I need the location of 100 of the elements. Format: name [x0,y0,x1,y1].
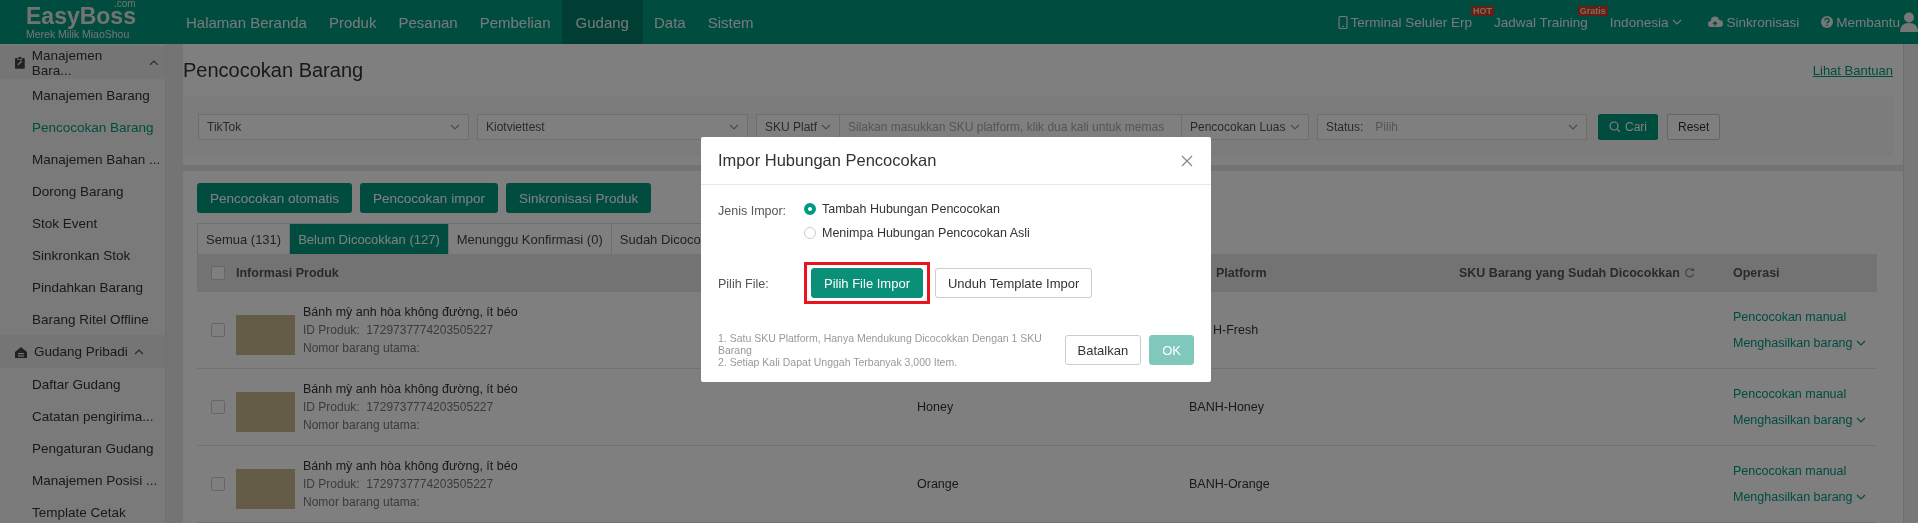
top-link[interactable]: Membantu [1836,14,1900,30]
product-name: Bánh mỳ anh hòa không đường, ít béo [303,382,518,396]
user-avatar-icon[interactable] [1900,12,1918,32]
chevron-down-icon [1290,122,1300,131]
chevron-down-icon [729,122,739,131]
close-icon[interactable] [1180,153,1194,168]
action-button[interactable]: Pencocokan otomatis [197,183,353,213]
badge-label: Gratis [1577,5,1608,16]
action-button[interactable]: Sinkronisasi Produk [505,183,652,213]
sidebar-item[interactable]: Template Cetak [0,496,165,523]
sidebar-item[interactable]: Manajemen Posisi ... [0,464,165,496]
generate-item-dropdown[interactable]: Menghasilkan barang [1733,490,1877,504]
nav-menu-item[interactable]: Gudang [561,0,643,44]
download-template-button[interactable]: Unduh Template Impor [934,268,1093,298]
sidebar-item[interactable]: Manajemen Bahan ... [0,143,165,175]
select-field[interactable]: TikTok [198,113,469,140]
choose-file-button[interactable]: Pilih File Impor [811,268,923,298]
nav-menu-item[interactable]: Produk [317,0,388,44]
cancel-button[interactable]: Batalkan [1064,335,1142,365]
photo-placeholder [236,469,295,509]
chevron-down-icon [1855,339,1866,347]
photo-placeholder [236,315,295,355]
note-text: 1. Satu SKU Platform, Hanya Mendukung Dicocokkan Dengan 1 SKU Barang [718,332,1043,356]
refresh-icon[interactable] [1683,267,1695,278]
nav-menu-item[interactable]: Pembelian [468,0,562,44]
nav-menu-item[interactable]: Sistem [696,0,765,44]
generate-item-dropdown[interactable]: Menghasilkan barang [1733,336,1877,350]
sidebar-item[interactable]: Catatan pengirima... [0,400,165,432]
product-id: ID Produk: 1729737774203505227 [303,477,495,491]
top-link[interactable]: Terminal Seluler Erp [1350,14,1473,30]
chevron-down-icon [821,122,831,131]
sidebar-group-header[interactable]: Manajemen Bara... [0,46,165,79]
help-link[interactable]: Lihat Bantuan [1812,62,1893,78]
column-header: Platform [1216,265,1267,280]
note-text: 2. Setiap Kali Dapat Unggah Terbanyak 3,000 Item. [718,356,959,368]
badge-label: HOT [1471,5,1495,16]
table-cell: BANH-Orange [1189,477,1270,491]
phone-icon [1337,15,1348,29]
select-field[interactable]: SKU Platf [756,113,840,140]
radio-option[interactable]: Menimpa Hubungan Pencocokan Asli [804,226,1194,240]
search-button[interactable]: Cari [1598,113,1658,140]
table-cell: BANH-Honey [1189,400,1265,414]
page-title: Pencocokan Barang [183,58,364,82]
chevron-down-icon [1568,122,1578,131]
main-item-number-label: Nomor barang utama: [303,495,421,509]
warehouse-icon [14,345,28,358]
main-item-number-label: Nomor barang utama: [303,341,421,355]
top-link[interactable]: Sinkronisasi [1726,14,1800,30]
sidebar-item[interactable]: Stok Event [0,207,165,239]
column-header: Operasi [1733,265,1780,280]
product-name: Bánh mỳ anh hòa không đường, ít béo [303,305,518,319]
radio-option[interactable]: Tambah Hubungan Pencocokan [804,202,1194,216]
help-icon [1821,16,1834,28]
sidebar-item[interactable]: Dorong Barang [0,175,165,207]
chevron-down-icon [1855,493,1866,501]
sidebar-item[interactable]: Barang Ritel Offline [0,303,165,335]
photo-placeholder [236,392,295,432]
cloud-upload-icon [1707,16,1724,28]
row-checkbox[interactable] [211,323,225,337]
clipboard-icon [14,56,26,69]
sidebar-item[interactable]: Pengaturan Gudang [0,432,165,464]
sidebar-item[interactable]: Pindahkan Barang [0,271,165,303]
manual-match-link[interactable]: Pencocokan manual [1733,387,1877,401]
sidebar-group-header[interactable]: Gudang Pribadi [0,335,165,368]
chevron-down-icon [450,122,460,131]
row-checkbox[interactable] [211,477,225,491]
nav-menu-item[interactable]: Halaman Beranda [175,0,318,44]
table-cell: Honey [917,400,954,414]
chevron-down-icon [1855,416,1866,424]
filter-tab[interactable]: Belum Dicocokkan (127) [290,224,449,254]
table-cell: Orange [917,477,959,491]
chevron-down-icon [1672,18,1683,26]
nav-menu-item[interactable]: Pesanan [387,0,469,44]
top-link[interactable]: Jadwal Training [1494,14,1588,30]
product-id: ID Produk: 1729737774203505227 [303,400,495,414]
sidebar-item[interactable]: Manajemen Barang [0,79,165,111]
column-header: Informasi Produk [236,265,339,280]
sidebar-item[interactable]: Pencocokan Barang [0,111,165,143]
main-item-number-label: Nomor barang utama: [303,418,421,432]
sidebar-item[interactable]: Sinkronkan Stok [0,239,165,271]
select-field[interactable]: Kiotviettest [477,113,748,140]
scrollbar[interactable] [1903,44,1918,523]
generate-item-dropdown[interactable]: Menghasilkan barang [1733,413,1877,427]
action-button[interactable]: Pencocokan impor [360,183,498,213]
column-header: SKU Barang yang Sudah Dicocokkan [1459,265,1680,280]
logo-tagline: Merek Milik MiaoShou [26,28,130,40]
sidebar-item[interactable]: Daftar Gudang [0,368,165,400]
reset-button[interactable]: Reset [1667,113,1721,140]
search-icon [1609,121,1620,132]
row-checkbox[interactable] [211,400,225,414]
select-all-checkbox[interactable] [211,265,225,280]
manual-match-link[interactable]: Pencocokan manual [1733,310,1877,324]
select-field[interactable]: Pencocokan Luas [1181,113,1309,140]
field-label: Pilih File: [718,276,770,291]
field-label: Jenis Impor: [718,203,788,220]
product-name: Bánh mỳ anh hòa không đường, ít béo [303,459,518,473]
dialog-title: Impor Hubungan Pencocokan [718,151,937,170]
language-dropdown[interactable]: Indonesia [1609,14,1669,30]
manual-match-link[interactable]: Pencocokan manual [1733,464,1877,478]
table-cell: H-Fresh [1213,323,1259,337]
